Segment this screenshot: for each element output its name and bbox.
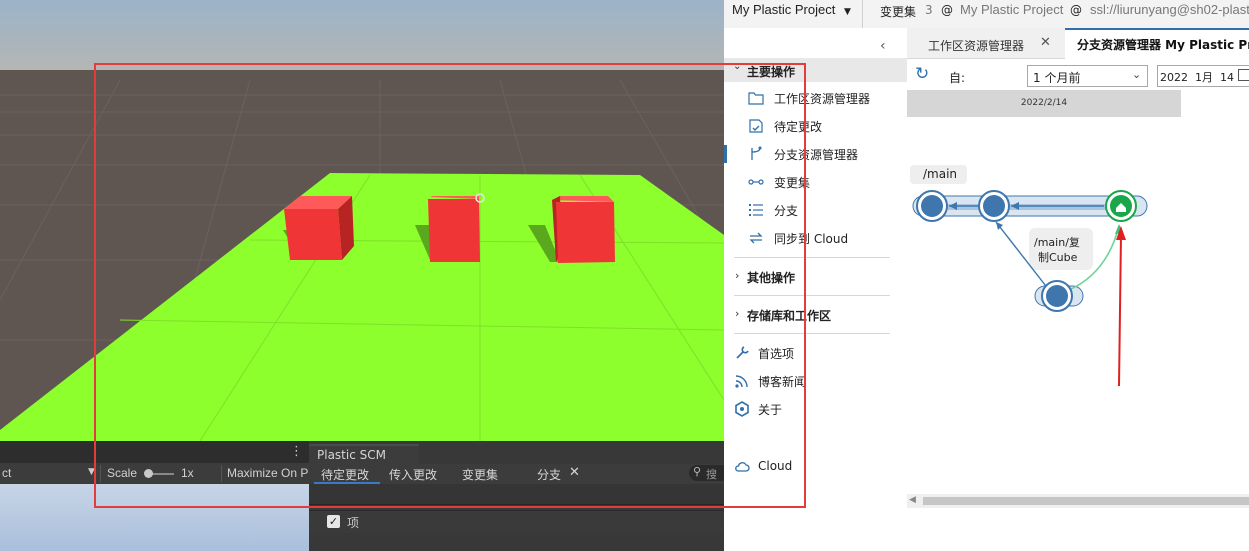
- sidebar-item-blog-news[interactable]: 博客新闻: [724, 368, 907, 394]
- unity-scene-view[interactable]: [0, 0, 724, 441]
- changeset-node[interactable]: [916, 190, 948, 222]
- tab-changesets[interactable]: 变更集: [462, 466, 498, 483]
- repository-name: My Plastic Project: [960, 2, 1064, 17]
- changeset-node[interactable]: [978, 190, 1010, 222]
- items-header-label: 项: [347, 516, 360, 530]
- sidebar-item-label: 首选项: [758, 347, 795, 361]
- other-ops-label: 其他操作: [747, 271, 796, 285]
- plastic-title-bar: My Plastic Project ▼ 变更集 3 @ My Plastic …: [724, 0, 1249, 29]
- horizontal-scrollbar[interactable]: ◀: [907, 494, 1249, 508]
- changeset-icon: [748, 174, 764, 190]
- divider: [734, 295, 890, 296]
- sidebar-item-about[interactable]: 关于: [724, 396, 907, 422]
- sidebar-item-label: 变更集: [774, 176, 811, 190]
- active-indicator: [724, 145, 727, 163]
- branch-explorer-icon: [748, 146, 764, 162]
- chevron-right-icon: ›: [735, 269, 740, 282]
- plastic-scm-title: Plastic SCM: [317, 448, 386, 462]
- sidebar-item-branch-explorer[interactable]: 分支资源管理器: [724, 141, 907, 167]
- sidebar-item-branches[interactable]: 分支: [724, 197, 907, 223]
- branches-icon: [748, 202, 764, 218]
- close-tab-icon[interactable]: ✕: [569, 465, 580, 480]
- divider: [734, 257, 890, 258]
- main-ops-header[interactable]: ⌄ 主要操作: [724, 58, 907, 82]
- repos-workspaces-header[interactable]: › 存储库和工作区: [724, 302, 907, 326]
- maximize-on-play-toggle[interactable]: Maximize On P: [227, 466, 309, 480]
- items-header-row: ✓ 项: [309, 510, 724, 534]
- repos-workspaces-label: 存储库和工作区: [747, 309, 832, 323]
- scale-value: 1x: [181, 466, 194, 480]
- sidebar-item-cloud[interactable]: Cloud: [724, 454, 907, 480]
- sidebar-item-pending-changes[interactable]: 待定更改: [724, 113, 907, 139]
- main-ops-label: 主要操作: [747, 65, 796, 79]
- items-list: [309, 533, 724, 551]
- select-all-checkbox[interactable]: ✓: [327, 515, 340, 528]
- scrollbar-thumb[interactable]: [923, 497, 1249, 505]
- scale-slider-handle[interactable]: [144, 469, 153, 478]
- divider: [734, 333, 890, 334]
- changeset-number: 3: [925, 3, 933, 17]
- sidebar-item-label: 待定更改: [774, 120, 823, 134]
- sidebar-item-label: 同步到 Cloud: [774, 232, 849, 246]
- search-placeholder: 搜: [706, 468, 717, 481]
- sidebar-item-label: 工作区资源管理器: [774, 92, 871, 106]
- wrench-icon: [734, 345, 750, 361]
- sidebar-item-label: Cloud: [758, 459, 793, 473]
- unity-panel-header: ⋮: [0, 441, 309, 463]
- chevron-down-icon[interactable]: ▼: [844, 7, 851, 17]
- breadcrumb-separator: [862, 0, 863, 28]
- tab-pending-changes[interactable]: 待定更改: [321, 466, 369, 483]
- branch-graph[interactable]: [907, 28, 1249, 428]
- plastic-scm-window-tab[interactable]: Plastic SCM: [309, 444, 419, 466]
- other-ops-header[interactable]: › 其他操作: [724, 264, 907, 288]
- changeset-node-head[interactable]: [1105, 190, 1137, 222]
- folder-icon: [748, 90, 764, 106]
- cube-middle[interactable]: [428, 196, 480, 262]
- divider: [100, 465, 101, 482]
- tab-branches[interactable]: 分支: [537, 466, 561, 483]
- scroll-left-arrow-icon[interactable]: ◀: [909, 495, 916, 505]
- search-icon: ⚲: [693, 465, 702, 478]
- server-address: ssl://liurunyang@sh02-plast: [1090, 2, 1249, 17]
- annotation-arrow: [1116, 226, 1126, 387]
- search-field[interactable]: ⚲ 搜: [689, 465, 729, 481]
- sidebar-item-label: 关于: [758, 403, 783, 417]
- sidebar-item-label: 分支资源管理器: [774, 148, 859, 162]
- project-selector[interactable]: My Plastic Project: [732, 2, 835, 17]
- divider: [221, 465, 222, 482]
- collapse-sidebar-icon[interactable]: ‹: [880, 38, 886, 54]
- plastic-sidebar: ‹ ⌄ 主要操作 工作区资源管理器 待定更改 分支资源管理器 变更集 分支 同步…: [724, 28, 908, 551]
- scene-canvas: [0, 0, 724, 441]
- scale-label: Scale: [107, 466, 138, 480]
- tab-incoming-changes[interactable]: 传入更改: [389, 466, 437, 483]
- cloud-icon: [734, 459, 750, 475]
- cube-right[interactable]: [552, 196, 615, 263]
- changeset-node[interactable]: [1041, 280, 1073, 312]
- chevron-down-icon: ⌄: [733, 61, 742, 72]
- at-symbol: @: [941, 3, 953, 17]
- sidebar-item-label: 分支: [774, 204, 799, 218]
- at-symbol: @: [1070, 3, 1082, 17]
- game-view-controls: ct ▼ Scale 1x Maximize On P: [0, 463, 309, 485]
- branch-explorer-view: 工作区资源管理器 ✕ 分支资源管理器 My Plastic Pr ↻ 自: 1 …: [907, 28, 1249, 551]
- dropdown-arrow-icon[interactable]: ▼: [88, 467, 95, 477]
- sync-icon: [748, 230, 764, 246]
- cube-left[interactable]: [284, 196, 354, 260]
- plastic-logo-icon: [734, 401, 750, 417]
- game-view[interactable]: [0, 484, 309, 551]
- more-options-icon[interactable]: ⋮: [290, 444, 303, 459]
- pending-changes-icon: [748, 118, 764, 134]
- pending-changes-toolbar: [309, 484, 724, 505]
- sidebar-item-sync-cloud[interactable]: 同步到 Cloud: [724, 225, 907, 251]
- sidebar-item-workspace-explorer[interactable]: 工作区资源管理器: [724, 85, 907, 111]
- sidebar-item-preferences[interactable]: 首选项: [724, 340, 907, 366]
- chevron-right-icon: ›: [735, 307, 740, 320]
- display-dropdown-label[interactable]: ct: [2, 466, 11, 480]
- sidebar-item-label: 博客新闻: [758, 375, 807, 389]
- changeset-label: 变更集: [880, 5, 917, 19]
- rss-icon: [734, 373, 750, 389]
- sidebar-item-changesets[interactable]: 变更集: [724, 169, 907, 195]
- scale-slider[interactable]: [144, 469, 174, 478]
